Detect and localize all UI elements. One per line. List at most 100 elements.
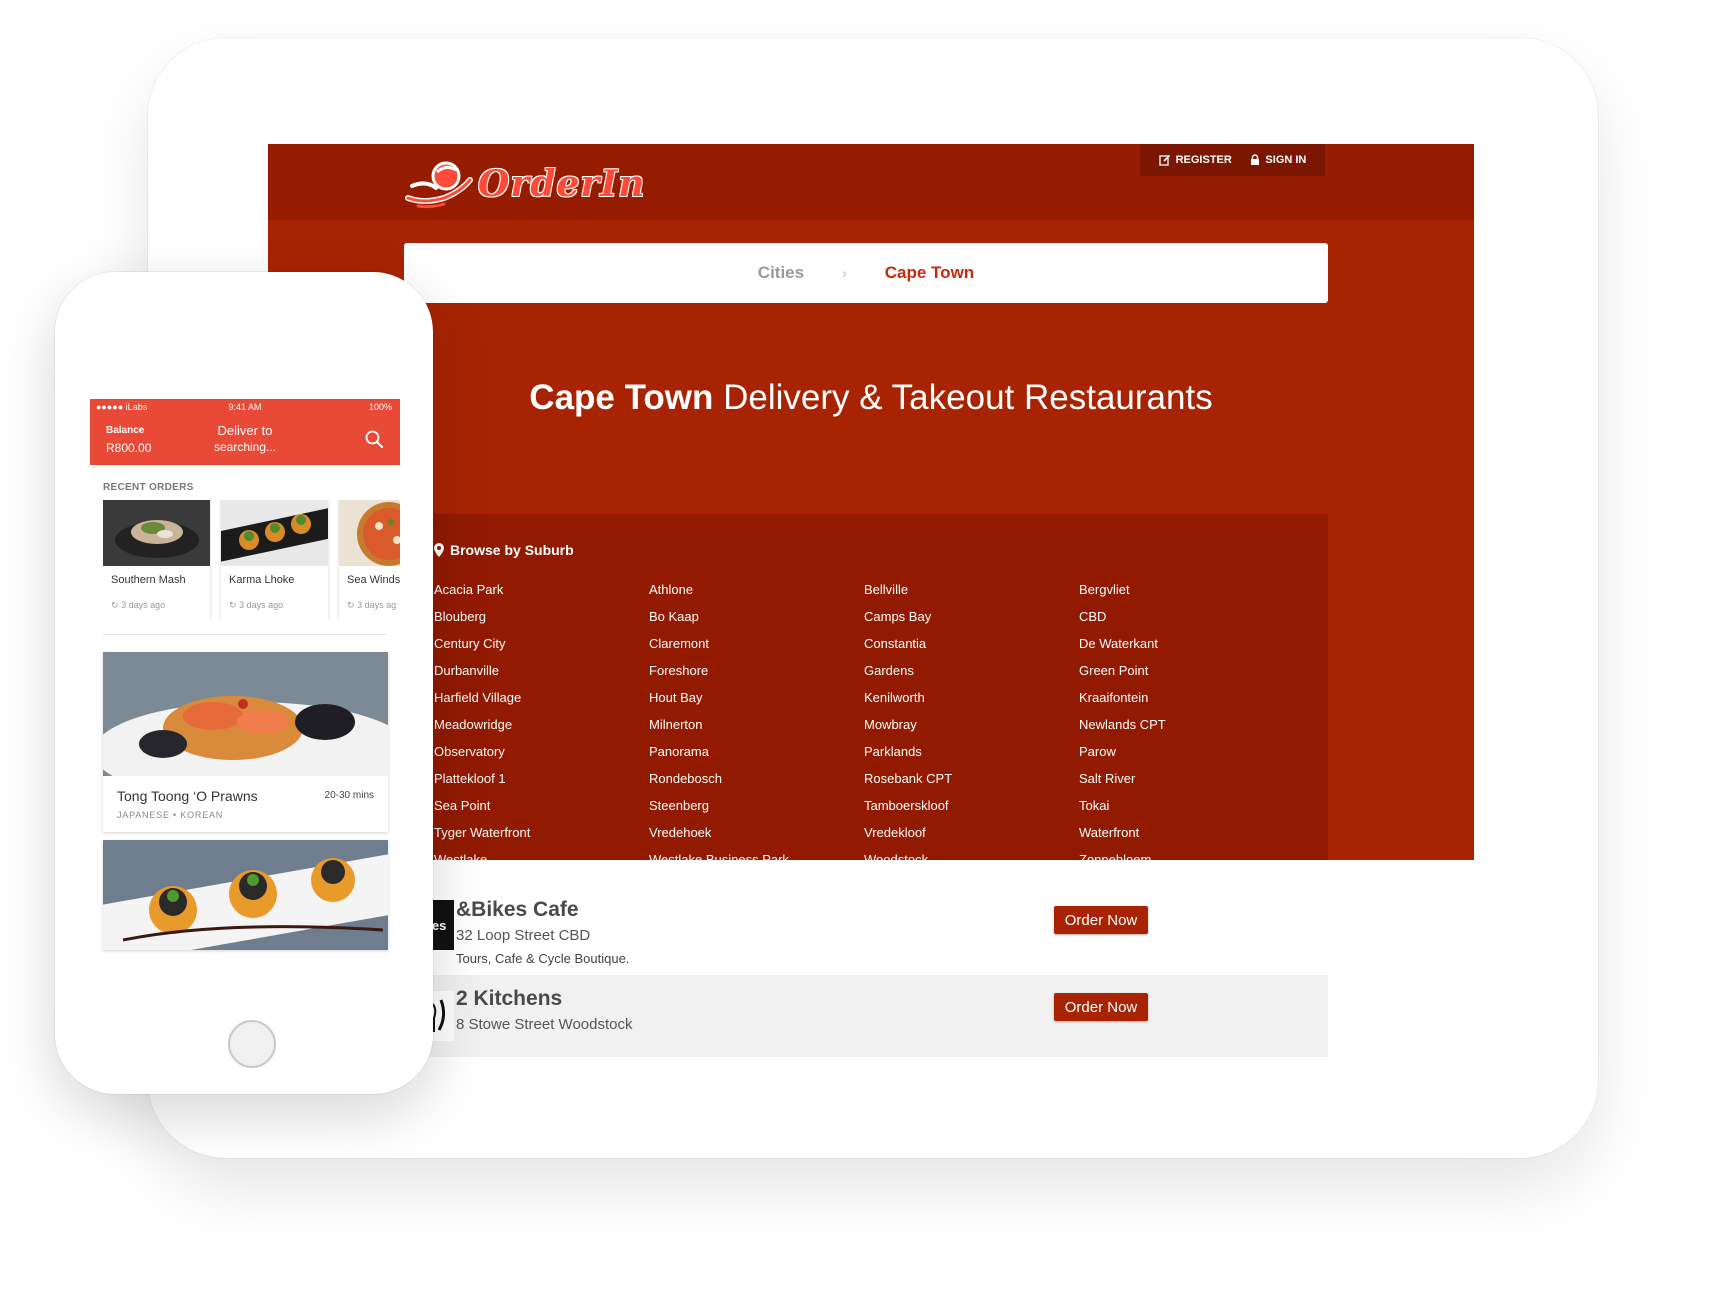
suburb-link[interactable]: Tamboerskloof [864, 798, 1079, 825]
app-header: ●●●●● iLabs 9:41 AM 100% Balance R800.00… [90, 399, 400, 465]
site-header: OrderIn REGISTER SIGN IN [268, 144, 1474, 220]
suburb-link[interactable]: De Waterkant [1079, 636, 1294, 663]
suburb-link[interactable]: Harfield Village [434, 690, 649, 717]
suburb-link[interactable]: CBD [1079, 609, 1294, 636]
deliver-to-label[interactable]: Deliver to [90, 423, 400, 438]
suburb-link[interactable]: Vredehoek [649, 825, 864, 852]
restaurant-name[interactable]: &Bikes Cafe [456, 898, 579, 922]
suburb-link[interactable]: Gardens [864, 663, 1079, 690]
breadcrumb-current-city[interactable]: Cape Town [885, 263, 974, 283]
suburb-link[interactable]: Rondebosch [649, 771, 864, 798]
suburb-link[interactable]: Newlands CPT [1079, 717, 1294, 744]
refresh-icon: ↻ [347, 600, 355, 610]
suburb-heading-label: Browse by Suburb [450, 542, 574, 558]
recent-order-card[interactable]: Southern Mash ↻ 3 days ago [103, 500, 210, 620]
food-photo [103, 500, 210, 566]
delivery-mascot-icon [405, 161, 473, 209]
suburb-link[interactable]: Milnerton [649, 717, 864, 744]
suburb-link[interactable]: Vredekloof [864, 825, 1079, 852]
suburb-link[interactable]: Green Point [1079, 663, 1294, 690]
suburb-link[interactable]: Tokai [1079, 798, 1294, 825]
recent-order-card[interactable]: Sea Winds ↻ 3 days ag [339, 500, 400, 620]
suburb-list: Acacia Park Athlone Bellville Bergvliet Blou… [434, 582, 1294, 879]
suburb-link[interactable]: Durbanville [434, 663, 649, 690]
recent-order-time: ↻ 3 days ago [229, 600, 283, 611]
lock-icon [1251, 154, 1260, 165]
recent-order-name: Karma Lhoke [229, 574, 295, 586]
suburb-link[interactable]: Century City [434, 636, 649, 663]
search-icon [365, 430, 383, 448]
featured-restaurant-card[interactable]: Tong Toong ‘O Prawns JAPANESE • KOREAN 2… [103, 652, 388, 832]
suburb-link[interactable]: Kraaifontein [1079, 690, 1294, 717]
deliver-to-value[interactable]: searching... [90, 440, 400, 454]
recent-order-ago: 3 days ago [121, 600, 166, 610]
restaurant-address: 8 Stowe Street Woodstock [456, 1016, 633, 1033]
suburb-link[interactable]: Mowbray [864, 717, 1079, 744]
suburb-link[interactable]: Hout Bay [649, 690, 864, 717]
suburb-link[interactable]: Kenilworth [864, 690, 1079, 717]
suburb-panel: Browse by Suburb Acacia Park Athlone Bellv… [404, 514, 1328, 894]
auth-bar: REGISTER SIGN IN [1140, 144, 1325, 176]
restaurant-item[interactable]: 2 Kitchens 8 Stowe Street Woodstock Orde… [404, 975, 1328, 1057]
order-now-button[interactable]: Order Now [1054, 993, 1148, 1021]
order-now-button[interactable]: Order Now [1054, 906, 1148, 934]
suburb-link[interactable]: Claremont [649, 636, 864, 663]
suburb-link[interactable]: Athlone [649, 582, 864, 609]
restaurant-address: 32 Loop Street CBD [456, 927, 591, 944]
status-time: 9:41 AM [228, 402, 262, 412]
suburb-link[interactable]: Plattekloof 1 [434, 771, 649, 798]
app-screen: ●●●●● iLabs 9:41 AM 100% Balance R800.00… [76, 334, 413, 999]
suburb-link[interactable]: Bellville [864, 582, 1079, 609]
suburb-link[interactable]: Bo Kaap [649, 609, 864, 636]
suburb-link[interactable]: Salt River [1079, 771, 1294, 798]
search-button[interactable] [364, 429, 384, 449]
suburb-link[interactable]: Steenberg [649, 798, 864, 825]
food-photo [103, 652, 388, 776]
suburb-link[interactable]: Blouberg [434, 609, 649, 636]
suburb-link[interactable]: Waterfront [1079, 825, 1294, 852]
restaurant-description: Tours, Cafe & Cycle Boutique. [456, 951, 630, 966]
suburb-link[interactable]: Foreshore [649, 663, 864, 690]
home-button[interactable] [228, 1020, 276, 1068]
featured-restaurant-cuisine: JAPANESE • KOREAN [117, 810, 224, 820]
suburb-link[interactable]: Camps Bay [864, 609, 1079, 636]
recent-order-card[interactable]: Karma Lhoke ↻ 3 days ago [221, 500, 328, 620]
map-pin-icon [434, 543, 444, 557]
phone-device: ●●●●● iLabs 9:41 AM 100% Balance R800.00… [55, 272, 433, 1094]
sign-in-button[interactable]: SIGN IN [1250, 154, 1306, 166]
suburb-link[interactable]: Acacia Park [434, 582, 649, 609]
suburb-link[interactable]: Panorama [649, 744, 864, 771]
suburb-link[interactable]: Observatory [434, 744, 649, 771]
status-bar: ●●●●● iLabs 9:41 AM 100% [90, 402, 400, 416]
food-photo [103, 840, 388, 950]
suburb-link[interactable]: Parklands [864, 744, 1079, 771]
edit-icon [1158, 154, 1170, 166]
suburb-link[interactable]: Meadowridge [434, 717, 649, 744]
orderin-logo[interactable]: OrderIn [404, 154, 645, 214]
recent-order-time: ↻ 3 days ago [111, 600, 165, 611]
recent-order-name: Sea Winds [347, 574, 400, 586]
restaurant-name[interactable]: 2 Kitchens [456, 987, 562, 1011]
recent-order-ago: 3 days ag [357, 600, 397, 610]
breadcrumb-cities-link[interactable]: Cities [758, 263, 804, 283]
page-title: Cape Town Delivery & Takeout Restaurants [268, 378, 1474, 418]
suburb-link[interactable]: Tyger Waterfront [434, 825, 649, 852]
restaurant-list: Bikes &Bikes Cafe 32 Loop Street CBD Tou… [268, 860, 1474, 1057]
recent-orders-row[interactable]: Southern Mash ↻ 3 days ago Karma Lhoke ↻… [103, 500, 400, 620]
featured-restaurant-name: Tong Toong ‘O Prawns [117, 788, 258, 804]
breadcrumb: Cities › Cape Town [404, 243, 1328, 303]
suburb-heading: Browse by Suburb [434, 542, 574, 558]
suburb-link[interactable]: Sea Point [434, 798, 649, 825]
recent-order-ago: 3 days ago [239, 600, 284, 610]
featured-restaurant-card[interactable] [103, 840, 388, 950]
website-screen: OrderIn REGISTER SIGN IN Cities › Cape T… [268, 144, 1474, 1057]
suburb-link[interactable]: Constantia [864, 636, 1079, 663]
suburb-link[interactable]: Bergvliet [1079, 582, 1294, 609]
recent-order-time: ↻ 3 days ag [347, 600, 396, 611]
suburb-link[interactable]: Rosebank CPT [864, 771, 1079, 798]
suburb-link[interactable]: Parow [1079, 744, 1294, 771]
restaurant-item[interactable]: Bikes &Bikes Cafe 32 Loop Street CBD Tou… [404, 890, 1328, 975]
register-label: REGISTER [1175, 154, 1232, 166]
register-button[interactable]: REGISTER [1158, 154, 1232, 166]
sign-in-label: SIGN IN [1265, 154, 1307, 166]
